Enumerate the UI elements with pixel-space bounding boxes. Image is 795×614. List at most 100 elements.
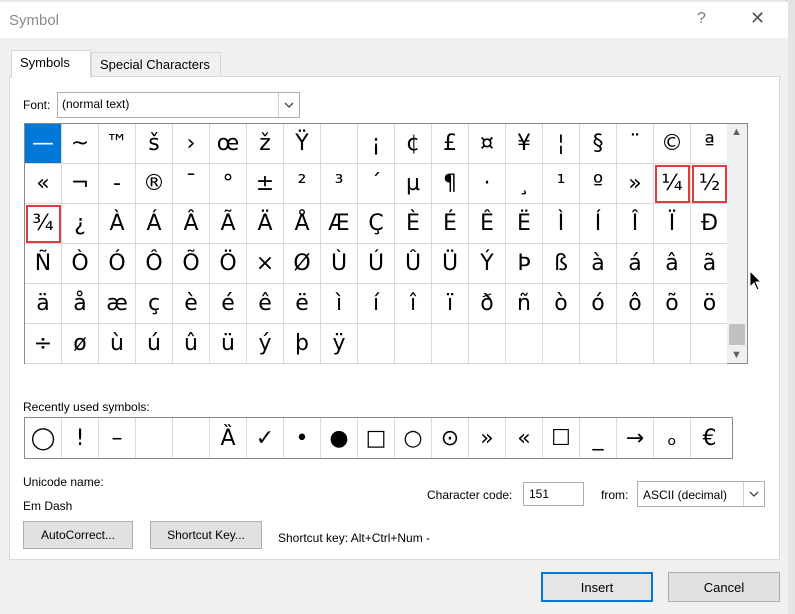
symbol-cell[interactable]: Ü: [432, 244, 469, 284]
symbol-cell[interactable]: å: [62, 284, 99, 324]
symbol-cell[interactable]: ù: [99, 324, 136, 364]
symbol-cell[interactable]: Ä: [247, 204, 284, 244]
symbol-cell[interactable]: ¼: [654, 164, 691, 204]
symbol-cell[interactable]: Ù: [321, 244, 358, 284]
symbol-cell[interactable]: ³: [321, 164, 358, 204]
symbol-cell[interactable]: ü: [210, 324, 247, 364]
symbol-cell[interactable]: ¢: [395, 124, 432, 164]
symbol-cell[interactable]: Ñ: [25, 244, 62, 284]
recent-symbol-cell[interactable]: →: [617, 418, 654, 458]
symbol-cell[interactable]: §: [580, 124, 617, 164]
symbol-cell[interactable]: ï: [432, 284, 469, 324]
symbol-cell[interactable]: ®: [136, 164, 173, 204]
recent-symbol-cell[interactable]: Ȁ: [210, 418, 247, 458]
symbol-cell[interactable]: Û: [395, 244, 432, 284]
symbol-cell[interactable]: ò: [543, 284, 580, 324]
recent-symbol-cell[interactable]: »: [469, 418, 506, 458]
symbol-cell[interactable]: ¦: [543, 124, 580, 164]
from-select[interactable]: ASCII (decimal): [637, 481, 765, 507]
recent-symbol-cell[interactable]: [136, 418, 173, 458]
symbol-cell[interactable]: À: [99, 204, 136, 244]
symbol-cell[interactable]: ×: [247, 244, 284, 284]
symbol-cell[interactable]: š: [136, 124, 173, 164]
shortcut-key-button[interactable]: Shortcut Key...: [150, 521, 262, 549]
symbol-cell[interactable]: Æ: [321, 204, 358, 244]
insert-button[interactable]: Insert: [541, 572, 653, 602]
symbol-cell[interactable]: Î: [617, 204, 654, 244]
symbol-cell[interactable]: Ó: [99, 244, 136, 284]
tab-symbols[interactable]: Symbols: [11, 50, 91, 78]
symbol-cell[interactable]: ç: [136, 284, 173, 324]
symbol-cell[interactable]: õ: [654, 284, 691, 324]
symbol-cell[interactable]: Á: [136, 204, 173, 244]
symbol-cell[interactable]: ñ: [506, 284, 543, 324]
symbol-cell[interactable]: ß: [543, 244, 580, 284]
symbol-cell[interactable]: ~: [62, 124, 99, 164]
symbol-cell[interactable]: ž: [247, 124, 284, 164]
symbol-cell[interactable]: á: [617, 244, 654, 284]
symbol-cell[interactable]: æ: [99, 284, 136, 324]
symbol-cell[interactable]: â: [654, 244, 691, 284]
tab-special-characters[interactable]: Special Characters: [91, 52, 221, 77]
symbol-cell[interactable]: Ï: [654, 204, 691, 244]
recent-symbol-cell[interactable]: ⊙: [432, 418, 469, 458]
symbol-cell[interactable]: ¹: [543, 164, 580, 204]
symbol-cell[interactable]: û: [173, 324, 210, 364]
recent-symbol-cell[interactable]: –: [99, 418, 136, 458]
symbol-cell[interactable]: ›: [173, 124, 210, 164]
symbol-cell[interactable]: £: [432, 124, 469, 164]
symbol-cell[interactable]: Ð: [691, 204, 728, 244]
symbol-cell[interactable]: ¶: [432, 164, 469, 204]
autocorrect-button[interactable]: AutoCorrect...: [23, 521, 133, 549]
symbol-cell[interactable]: ¤: [469, 124, 506, 164]
symbol-cell[interactable]: ©: [654, 124, 691, 164]
symbol-cell[interactable]: ª: [691, 124, 728, 164]
help-button[interactable]: ?: [697, 10, 706, 28]
symbol-cell[interactable]: º: [580, 164, 617, 204]
symbol-cell[interactable]: ²: [284, 164, 321, 204]
recent-symbol-cell[interactable]: _: [580, 418, 617, 458]
symbol-cell[interactable]: ô: [617, 284, 654, 324]
symbol-cell[interactable]: ê: [247, 284, 284, 324]
symbol-cell[interactable]: ø: [62, 324, 99, 364]
symbol-cell[interactable]: ¥: [506, 124, 543, 164]
symbol-cell[interactable]: µ: [395, 164, 432, 204]
symbol-cell[interactable]: Ö: [210, 244, 247, 284]
symbol-cell[interactable]: Ý: [469, 244, 506, 284]
symbol-cell[interactable]: Ÿ: [284, 124, 321, 164]
recent-symbol-cell[interactable]: [173, 418, 210, 458]
symbol-cell[interactable]: ¡: [358, 124, 395, 164]
cancel-button[interactable]: Cancel: [668, 572, 780, 602]
symbol-cell[interactable]: Ì: [543, 204, 580, 244]
symbol-cell[interactable]: ö: [691, 284, 728, 324]
symbol-cell[interactable]: »: [617, 164, 654, 204]
recent-symbol-cell[interactable]: •: [284, 418, 321, 458]
symbol-cell[interactable]: ÷: [25, 324, 62, 364]
symbol-cell[interactable]: î: [395, 284, 432, 324]
chevron-down-icon[interactable]: [743, 482, 764, 506]
recent-symbol-cell[interactable]: □: [358, 418, 395, 458]
symbol-cell[interactable]: œ: [210, 124, 247, 164]
grid-scrollbar[interactable]: ▲ ▼: [727, 123, 748, 364]
symbol-cell[interactable]: ¾: [25, 204, 62, 244]
symbol-cell[interactable]: -: [99, 164, 136, 204]
symbol-cell[interactable]: Ã: [210, 204, 247, 244]
recent-symbol-cell[interactable]: ☐: [543, 418, 580, 458]
symbol-cell[interactable]: à: [580, 244, 617, 284]
symbol-cell[interactable]: Õ: [173, 244, 210, 284]
symbol-cell[interactable]: ¨: [617, 124, 654, 164]
symbol-cell[interactable]: Ê: [469, 204, 506, 244]
symbol-cell[interactable]: ¸: [506, 164, 543, 204]
symbol-cell[interactable]: ¬: [62, 164, 99, 204]
recent-symbol-cell[interactable]: «: [506, 418, 543, 458]
symbol-cell[interactable]: «: [25, 164, 62, 204]
symbol-cell[interactable]: Ë: [506, 204, 543, 244]
recent-symbol-cell[interactable]: ✓: [247, 418, 284, 458]
scroll-down-icon[interactable]: ▼: [731, 349, 742, 361]
recent-symbol-cell[interactable]: ○: [395, 418, 432, 458]
symbol-cell[interactable]: Ø: [284, 244, 321, 284]
symbol-cell[interactable]: É: [432, 204, 469, 244]
symbol-cell[interactable]: ÿ: [321, 324, 358, 364]
recent-symbol-cell[interactable]: ●: [321, 418, 358, 458]
symbol-cell[interactable]: ì: [321, 284, 358, 324]
